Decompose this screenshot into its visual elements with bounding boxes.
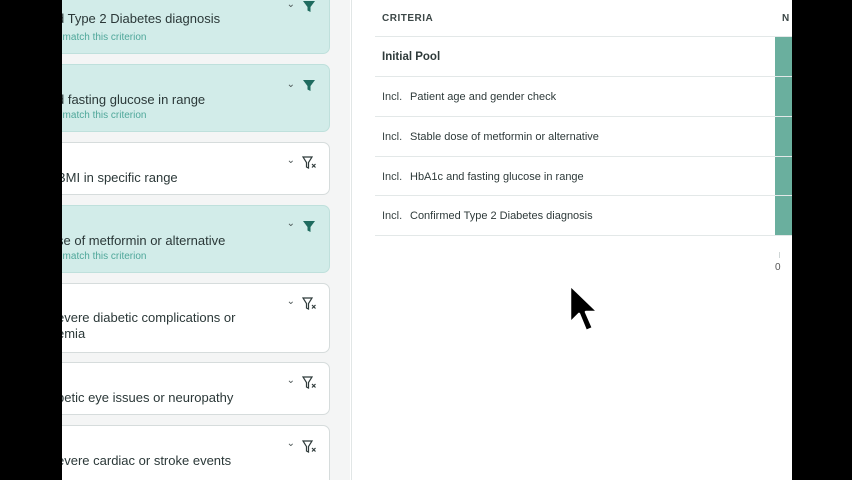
row-label: Stable dose of metformin or alternative bbox=[410, 131, 599, 143]
criterion-subtitle: t match this criterion bbox=[62, 32, 147, 43]
criterion-title: d fasting glucose in range bbox=[62, 92, 206, 107]
criterion-subtitle: t match this criterion bbox=[62, 251, 147, 262]
chevron-down-icon[interactable]: ⌄ bbox=[287, 155, 295, 166]
criterion-card-type2-diagnosis[interactable]: d Type 2 Diabetes diagnosis t match this… bbox=[62, 0, 330, 54]
axis-zero-label: 0 bbox=[775, 262, 781, 273]
app-window: d Type 2 Diabetes diagnosis t match this… bbox=[62, 0, 792, 480]
criterion-title: d Type 2 Diabetes diagnosis bbox=[62, 11, 221, 26]
chevron-down-icon[interactable]: ⌄ bbox=[287, 0, 295, 10]
filter-x-icon[interactable] bbox=[302, 297, 316, 311]
row-tag: Incl. bbox=[382, 210, 403, 222]
chevron-down-icon[interactable]: ⌄ bbox=[287, 218, 295, 229]
filter-filled-icon[interactable] bbox=[302, 220, 316, 234]
table-row[interactable]: Incl. Stable dose of metformin or altern… bbox=[375, 116, 792, 156]
table-bottom-border bbox=[375, 235, 792, 236]
criterion-title-line2: emia bbox=[62, 326, 86, 341]
criterion-card-metformin[interactable]: se of metformin or alternative t match t… bbox=[62, 205, 330, 273]
criterion-card-bmi[interactable]: BMI in specific range ⌄ bbox=[62, 142, 330, 195]
mouse-pointer-icon bbox=[568, 283, 600, 333]
filter-x-icon[interactable] bbox=[302, 440, 316, 454]
chevron-down-icon[interactable]: ⌄ bbox=[287, 438, 295, 449]
filter-filled-icon[interactable] bbox=[302, 79, 316, 93]
row-label: Confirmed Type 2 Diabetes diagnosis bbox=[410, 210, 593, 222]
table-row[interactable]: Incl. Patient age and gender check bbox=[375, 76, 792, 116]
panel-divider bbox=[351, 0, 352, 480]
row-label: HbA1c and fasting glucose in range bbox=[410, 171, 584, 183]
row-tag: Incl. bbox=[382, 91, 403, 103]
table-row[interactable]: Incl. Confirmed Type 2 Diabetes diagnosi… bbox=[375, 195, 792, 235]
criterion-title: BMI in specific range bbox=[62, 170, 178, 185]
count-bar bbox=[775, 196, 792, 235]
filter-x-icon[interactable] bbox=[302, 156, 316, 170]
criterion-card-eye-neuropathy[interactable]: betic eye issues or neuropathy ⌄ bbox=[62, 362, 330, 415]
axis-tick bbox=[779, 252, 780, 258]
count-bar bbox=[775, 157, 792, 196]
criterion-card-diabetic-complications[interactable]: evere diabetic complications or emia ⌄ bbox=[62, 283, 330, 353]
count-bar bbox=[775, 77, 792, 116]
row-tag: Incl. bbox=[382, 131, 403, 143]
count-bar bbox=[775, 37, 792, 76]
criterion-title: evere cardiac or stroke events bbox=[62, 453, 232, 468]
filter-x-icon[interactable] bbox=[302, 376, 316, 390]
criterion-card-fasting-glucose[interactable]: d fasting glucose in range t match this … bbox=[62, 64, 330, 132]
criteria-sidebar: d Type 2 Diabetes diagnosis t match this… bbox=[62, 0, 350, 480]
column-header-criteria: CRITERIA bbox=[382, 13, 434, 24]
count-bar bbox=[775, 117, 792, 156]
table-row[interactable]: Incl. HbA1c and fasting glucose in range bbox=[375, 156, 792, 196]
filter-filled-icon[interactable] bbox=[302, 0, 316, 14]
criterion-subtitle: t match this criterion bbox=[62, 110, 147, 121]
criterion-title: betic eye issues or neuropathy bbox=[62, 390, 234, 405]
column-header-number: N bbox=[782, 13, 790, 24]
chevron-down-icon[interactable]: ⌄ bbox=[287, 375, 295, 386]
criterion-title: se of metformin or alternative bbox=[62, 233, 226, 248]
table-row[interactable]: Initial Pool bbox=[375, 36, 792, 76]
chevron-down-icon[interactable]: ⌄ bbox=[287, 296, 295, 307]
row-label: Initial Pool bbox=[382, 51, 441, 63]
row-tag: Incl. bbox=[382, 171, 403, 183]
criterion-card-cardiac-stroke[interactable]: evere cardiac or stroke events ⌄ bbox=[62, 425, 330, 480]
criterion-title: evere diabetic complications or bbox=[62, 310, 236, 325]
chevron-down-icon[interactable]: ⌄ bbox=[287, 79, 295, 90]
row-label: Patient age and gender check bbox=[410, 91, 557, 103]
